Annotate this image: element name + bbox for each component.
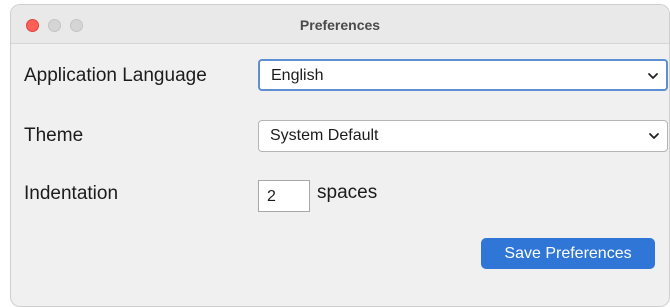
language-label: Application Language [24,65,207,86]
language-select[interactable]: English [258,59,668,91]
title-bar: Preferences [11,5,669,44]
chevron-down-icon [649,133,659,139]
indentation-unit-label: spaces [317,182,378,203]
theme-select-value: System Default [270,127,379,144]
chevron-down-icon [648,73,658,79]
indentation-input-value: 2 [267,188,276,205]
theme-select[interactable]: System Default [258,120,668,152]
theme-label: Theme [24,125,84,146]
window-title: Preferences [299,17,381,33]
indentation-label: Indentation [24,183,119,204]
language-select-value: English [271,67,324,84]
preferences-window: Preferences Application Language English… [10,4,670,307]
indentation-input[interactable]: 2 [258,180,310,212]
save-preferences-button[interactable]: Save Preferences [481,238,655,269]
